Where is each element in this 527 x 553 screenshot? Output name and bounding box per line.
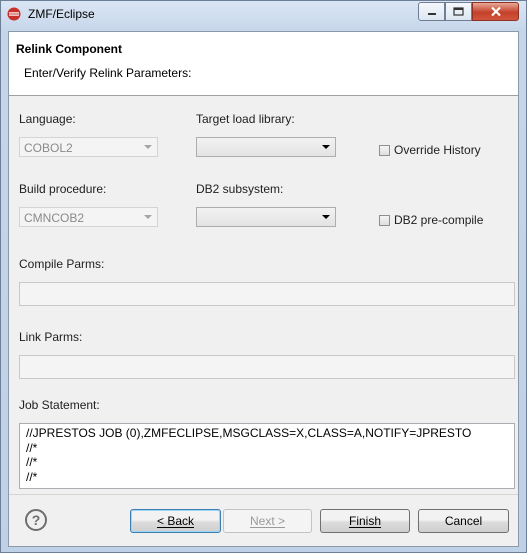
- chevron-down-icon: [322, 145, 330, 149]
- maximize-button[interactable]: [445, 2, 472, 21]
- title-bar[interactable]: ZMF/Eclipse: [1, 1, 526, 31]
- dialog-client-area: Relink Component Enter/Verify Relink Par…: [8, 31, 519, 547]
- chevron-down-icon: [144, 145, 152, 149]
- window-title: ZMF/Eclipse: [28, 7, 95, 21]
- help-icon[interactable]: ?: [25, 509, 47, 531]
- cancel-button-label: Cancel: [444, 514, 483, 528]
- language-value: COBOL2: [24, 141, 73, 155]
- minimize-button[interactable]: [418, 2, 445, 21]
- link-parms-label: Link Parms:: [19, 330, 83, 344]
- chevron-down-icon: [322, 215, 330, 219]
- next-button-label: Next >: [249, 514, 285, 528]
- checkbox-box[interactable]: [379, 144, 390, 156]
- override-history-checkbox[interactable]: Override History: [379, 143, 481, 157]
- build-procedure-label: Build procedure:: [19, 182, 107, 196]
- close-button[interactable]: [472, 2, 519, 21]
- footer-divider: [9, 494, 518, 495]
- db2-subsystem-label: DB2 subsystem:: [196, 182, 284, 196]
- target-load-library-label: Target load library:: [196, 112, 295, 126]
- minimize-icon: [427, 12, 436, 15]
- override-history-label: Override History: [394, 143, 481, 157]
- language-combo: COBOL2: [19, 137, 158, 157]
- compile-parms-field: [19, 282, 515, 306]
- checkbox-box[interactable]: [379, 214, 390, 226]
- compile-parms-label: Compile Parms:: [19, 257, 105, 271]
- chevron-down-icon: [144, 215, 152, 219]
- build-procedure-combo: CMNCOB2: [19, 207, 158, 227]
- job-statement-line: //*: [26, 469, 38, 484]
- build-procedure-value: CMNCOB2: [24, 211, 85, 225]
- job-statement-line: //JPRESTOS JOB (0),ZMFECLIPSE,MSGCLASS=X…: [26, 426, 472, 440]
- job-statement-textarea[interactable]: //JPRESTOS JOB (0),ZMFECLIPSE,MSGCLASS=X…: [19, 423, 515, 489]
- dialog-window: ZMF/Eclipse Relink Component Enter/Verif…: [0, 0, 527, 553]
- maximize-icon: [453, 7, 464, 16]
- page-message: Enter/Verify Relink Parameters:: [24, 66, 192, 80]
- job-statement-line: //*: [26, 455, 38, 469]
- next-button[interactable]: Next >: [223, 509, 312, 533]
- language-label: Language:: [19, 112, 76, 126]
- cancel-button[interactable]: Cancel: [418, 509, 509, 533]
- finish-button-label: Finish: [348, 514, 381, 528]
- db2-precompile-checkbox[interactable]: DB2 pre-compile: [379, 213, 483, 227]
- back-button-label: < Back: [156, 514, 195, 528]
- eclipse-icon: [7, 7, 21, 21]
- target-load-library-combo[interactable]: [196, 137, 336, 157]
- close-icon: [490, 6, 501, 17]
- link-parms-field: [19, 355, 515, 379]
- db2-precompile-label: DB2 pre-compile: [394, 213, 484, 227]
- job-statement-label: Job Statement:: [19, 398, 100, 412]
- finish-button[interactable]: Finish: [320, 509, 410, 533]
- job-statement-line: //*: [26, 440, 38, 455]
- back-button[interactable]: < Back: [130, 509, 221, 533]
- wizard-header: Relink Component Enter/Verify Relink Par…: [9, 32, 518, 96]
- page-title: Relink Component: [16, 42, 123, 56]
- db2-subsystem-combo[interactable]: [196, 207, 336, 227]
